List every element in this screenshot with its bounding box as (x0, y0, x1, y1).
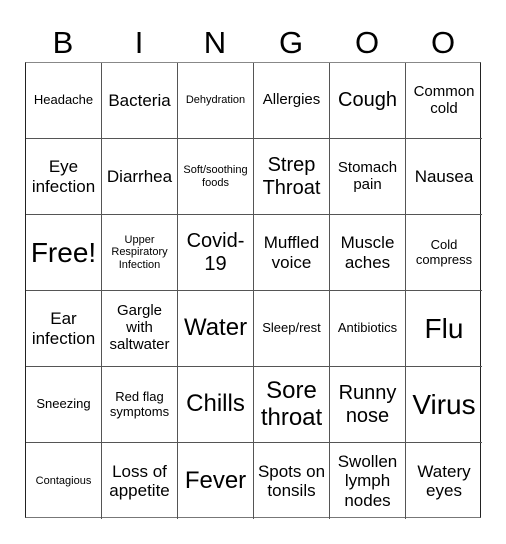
bingo-cell[interactable]: Cold compress (406, 215, 482, 291)
bingo-cell[interactable]: Upper Respiratory Infection (102, 215, 178, 291)
bingo-cell[interactable]: Sneezing (26, 367, 102, 443)
bingo-cell[interactable]: Chills (178, 367, 254, 443)
header-letter: O (430, 25, 456, 60)
bingo-cell[interactable]: Diarrhea (102, 139, 178, 215)
bingo-cell[interactable]: Covid-19 (178, 215, 254, 291)
bingo-cell[interactable]: Loss of appetite (102, 443, 178, 519)
bingo-cell[interactable]: Gargle with saltwater (102, 291, 178, 367)
bingo-cell[interactable]: Fever (178, 443, 254, 519)
bingo-cell[interactable]: Flu (406, 291, 482, 367)
bingo-cell[interactable]: Common cold (406, 63, 482, 139)
bingo-cell[interactable]: Muffled voice (254, 215, 330, 291)
bingo-cell[interactable]: Water (178, 291, 254, 367)
bingo-cell[interactable]: Nausea (406, 139, 482, 215)
bingo-cell[interactable]: Ear infection (26, 291, 102, 367)
header-letter: I (134, 25, 144, 60)
bingo-cell[interactable]: Virus (406, 367, 482, 443)
free-space[interactable]: Free! (26, 215, 102, 291)
bingo-cell[interactable]: Muscle aches (330, 215, 406, 291)
bingo-cell[interactable]: Bacteria (102, 63, 178, 139)
bingo-cell[interactable]: Soft/soothing foods (178, 139, 254, 215)
bingo-cell[interactable]: Dehydration (178, 63, 254, 139)
bingo-cell[interactable]: Swollen lymph nodes (330, 443, 406, 519)
bingo-cell[interactable]: Antibiotics (330, 291, 406, 367)
header-letter: N (203, 25, 227, 60)
bingo-cell[interactable]: Allergies (254, 63, 330, 139)
bingo-cell[interactable]: Red flag symptoms (102, 367, 178, 443)
bingo-cell[interactable]: Sore throat (254, 367, 330, 443)
header-letter: B (52, 25, 74, 60)
bingo-cell[interactable]: Spots on tonsils (254, 443, 330, 519)
bingo-cell[interactable]: Watery eyes (406, 443, 482, 519)
header-letter: O (354, 25, 380, 60)
bingo-cell[interactable]: Strep Throat (254, 139, 330, 215)
bingo-cell[interactable]: Stomach pain (330, 139, 406, 215)
bingo-cell[interactable]: Contagious (26, 443, 102, 519)
bingo-cell[interactable]: Eye infection (26, 139, 102, 215)
bingo-cell[interactable]: Runny nose (330, 367, 406, 443)
bingo-board: Headache Bacteria Dehydration Allergies … (25, 62, 482, 519)
bingo-cell[interactable]: Cough (330, 63, 406, 139)
bingo-cell[interactable]: Sleep/rest (254, 291, 330, 367)
bingo-header: B I N G O O (25, 24, 481, 62)
header-letter: G (278, 25, 304, 60)
bingo-cell[interactable]: Headache (26, 63, 102, 139)
